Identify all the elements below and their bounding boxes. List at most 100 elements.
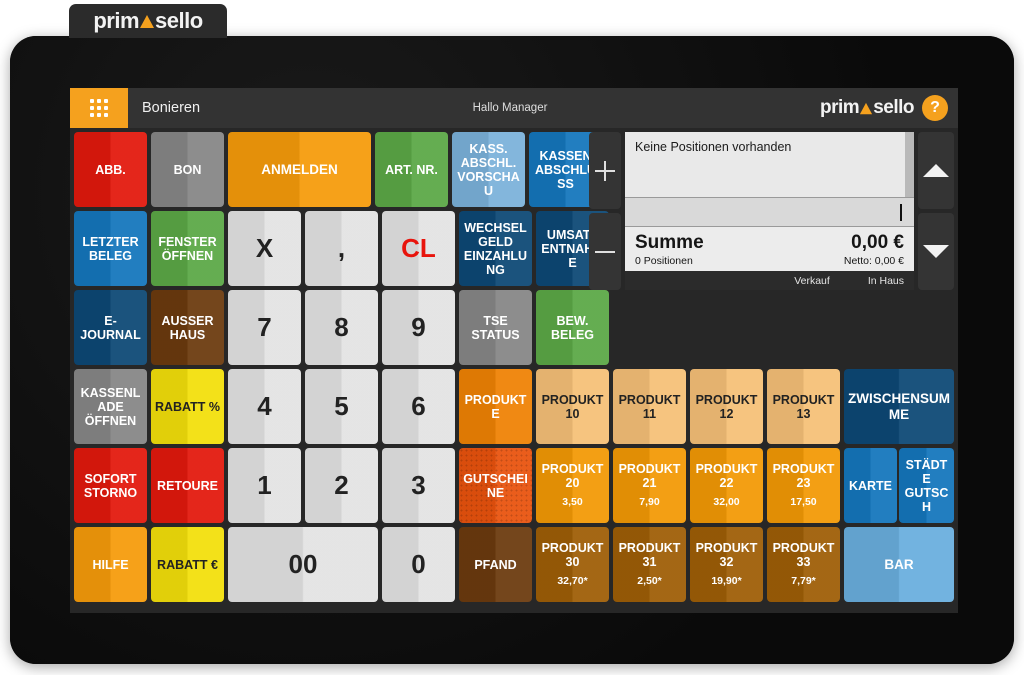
key-rabatt-euro[interactable]: RABATT € bbox=[151, 527, 224, 602]
key-fenster-oeffnen[interactable]: FENSTER ÖFFNEN bbox=[151, 211, 224, 286]
key-digit-00[interactable]: 00 bbox=[228, 527, 378, 602]
key-label-produkt-23: PRODUKT 23 bbox=[772, 462, 835, 491]
header-logo-a-mark-icon bbox=[859, 101, 873, 116]
key-label-pfand: PFAND bbox=[474, 557, 517, 572]
key-label-rabatt-euro: RABATT € bbox=[157, 557, 218, 572]
key-label-bew-beleg: BEW. BELEG bbox=[550, 313, 595, 342]
key-karte[interactable]: KARTE bbox=[844, 448, 897, 523]
key-label-digit-1: 1 bbox=[257, 469, 272, 500]
key-digit-8[interactable]: 8 bbox=[305, 290, 378, 365]
key-digit-5[interactable]: 5 bbox=[305, 369, 378, 444]
sum-amount: 0,00 € bbox=[851, 232, 904, 253]
key-produkt-31[interactable]: PRODUKT 31 2,50* bbox=[613, 527, 686, 602]
screenshot-root: prim sello Bonieren Hallo Manager prim sel… bbox=[0, 0, 1024, 675]
quantity-decrease-button[interactable] bbox=[589, 213, 621, 290]
key-label-decimal-comma: , bbox=[337, 232, 346, 263]
key-staedte-gutschein[interactable]: STÄDTE GUTSCH bbox=[899, 448, 954, 523]
key-label-letzter-beleg: LETZTER BELEG bbox=[82, 234, 139, 263]
key-multiply[interactable]: X bbox=[228, 211, 301, 286]
key-retoure[interactable]: RETOURE bbox=[151, 448, 224, 523]
key-digit-9[interactable]: 9 bbox=[382, 290, 455, 365]
key-digit-3[interactable]: 3 bbox=[382, 448, 455, 523]
key-produkt-21[interactable]: PRODUKT 21 7,90 bbox=[613, 448, 686, 523]
key-produkte[interactable]: PRODUKTE bbox=[459, 369, 532, 444]
key-rabatt-prozent[interactable]: RABATT % bbox=[151, 369, 224, 444]
key-clear[interactable]: CL bbox=[382, 211, 455, 286]
help-button[interactable]: ? bbox=[922, 95, 948, 121]
key-produkt-13[interactable]: PRODUKT 13 bbox=[767, 369, 840, 444]
key-label-retoure: RETOURE bbox=[157, 478, 218, 493]
key-wechselgeld-einzahlung[interactable]: WECHSELGELD EINZAHLUNG bbox=[459, 211, 532, 286]
key-kassenabschluss-vorschau[interactable]: KASS. ABSCHL. VORSCHAU bbox=[452, 132, 525, 207]
key-digit-7[interactable]: 7 bbox=[228, 290, 301, 365]
primasello-header-logo: prim sello bbox=[820, 97, 914, 119]
sum-label: Summe bbox=[635, 232, 704, 253]
key-pfand[interactable]: PFAND bbox=[459, 527, 532, 602]
key-label-digit-5: 5 bbox=[334, 390, 349, 421]
key-e-journal[interactable]: E-JOURNAL bbox=[74, 290, 147, 365]
key-hilfe[interactable]: HILFE bbox=[74, 527, 147, 602]
arrow-up-icon bbox=[923, 164, 949, 177]
key-label-produkt-11: PRODUKT 11 bbox=[618, 392, 681, 421]
key-produkt-32[interactable]: PRODUKT 32 19,90* bbox=[690, 527, 763, 602]
key-anmelden[interactable]: ANMELDEN bbox=[228, 132, 371, 207]
key-price-produkt-21: 7,90 bbox=[639, 496, 660, 509]
key-kassenlade-oeffnen[interactable]: KASSENLADE ÖFFNEN bbox=[74, 369, 147, 444]
key-produkt-20[interactable]: PRODUKT 20 3,50 bbox=[536, 448, 609, 523]
key-label-e-journal: E-JOURNAL bbox=[80, 313, 141, 342]
key-letzter-beleg[interactable]: LETZTER BELEG bbox=[74, 211, 147, 286]
key-label-produkt-31: PRODUKT 31 bbox=[618, 541, 681, 570]
key-produkt-30[interactable]: PRODUKT 30 32,70* bbox=[536, 527, 609, 602]
key-label-produkt-10: PRODUKT 10 bbox=[541, 392, 604, 421]
key-price-produkt-22: 32,00 bbox=[713, 496, 740, 509]
key-bar[interactable]: BAR bbox=[844, 527, 954, 602]
key-label-digit-6: 6 bbox=[411, 390, 426, 421]
receipt-items-list[interactable]: Keine Positionen vorhanden bbox=[625, 132, 914, 197]
receipt-total-right: 0,00 € Netto: 0,00 € bbox=[844, 232, 904, 267]
key-produkt-10[interactable]: PRODUKT 10 bbox=[536, 369, 609, 444]
arrow-down-icon bbox=[923, 245, 949, 258]
key-digit-2[interactable]: 2 bbox=[305, 448, 378, 523]
key-label-sofort-storno: SOFORT STORNO bbox=[83, 471, 138, 500]
text-caret bbox=[900, 203, 902, 221]
key-label-digit-9: 9 bbox=[411, 311, 426, 342]
key-gutscheine[interactable]: GUTSCHEINE bbox=[459, 448, 532, 523]
key-produkt-33[interactable]: PRODUKT 33 7,79* bbox=[767, 527, 840, 602]
key-artikel-nummer[interactable]: ART. NR. bbox=[375, 132, 448, 207]
key-label-anmelden: ANMELDEN bbox=[261, 161, 338, 177]
key-label-digit-2: 2 bbox=[334, 469, 349, 500]
key-abbruch[interactable]: ABB. bbox=[74, 132, 147, 207]
key-tse-status[interactable]: TSE STATUS bbox=[459, 290, 532, 365]
netto-amount: Netto: 0,00 € bbox=[843, 255, 904, 267]
key-label-wechselgeld-einzahlung: WECHSELGELD EINZAHLUNG bbox=[463, 220, 528, 277]
logo-text-sello: sello bbox=[155, 8, 203, 33]
key-label-produkt-20: PRODUKT 20 bbox=[541, 462, 604, 491]
key-produkt-12[interactable]: PRODUKT 12 bbox=[690, 369, 763, 444]
key-bon[interactable]: BON bbox=[151, 132, 224, 207]
status-location-type: In Haus bbox=[867, 274, 904, 287]
key-label-kassenabschluss-vorschau: KASS. ABSCHL. VORSCHAU bbox=[457, 141, 520, 198]
key-label-produkt-21: PRODUKT 21 bbox=[618, 462, 681, 491]
scroll-down-button[interactable] bbox=[918, 213, 954, 290]
key-ausser-haus[interactable]: AUSSER HAUS bbox=[151, 290, 224, 365]
key-bew-beleg[interactable]: BEW. BELEG bbox=[536, 290, 609, 365]
receipt-status-bar: Verkauf In Haus bbox=[625, 271, 914, 290]
page-title: Bonieren bbox=[142, 100, 201, 116]
key-zwischensumme[interactable]: ZWISCHENSUMME bbox=[844, 369, 954, 444]
key-decimal-comma[interactable]: , bbox=[305, 211, 378, 286]
key-produkt-22[interactable]: PRODUKT 22 32,00 bbox=[690, 448, 763, 523]
key-digit-0[interactable]: 0 bbox=[382, 527, 455, 602]
key-digit-6[interactable]: 6 bbox=[382, 369, 455, 444]
key-digit-1[interactable]: 1 bbox=[228, 448, 301, 523]
user-greeting: Hallo Manager bbox=[472, 102, 548, 114]
key-produkt-23[interactable]: PRODUKT 23 17,50 bbox=[767, 448, 840, 523]
key-produkt-11[interactable]: PRODUKT 11 bbox=[613, 369, 686, 444]
key-digit-4[interactable]: 4 bbox=[228, 369, 301, 444]
receipt-scrollbar[interactable] bbox=[905, 132, 914, 197]
scroll-up-button[interactable] bbox=[918, 132, 954, 209]
menu-grid-button[interactable] bbox=[70, 88, 128, 128]
key-label-digit-4: 4 bbox=[257, 390, 272, 421]
key-sofort-storno[interactable]: SOFORT STORNO bbox=[74, 448, 147, 523]
receipt-entry-input[interactable] bbox=[625, 197, 914, 227]
quantity-increase-button[interactable] bbox=[589, 132, 621, 209]
